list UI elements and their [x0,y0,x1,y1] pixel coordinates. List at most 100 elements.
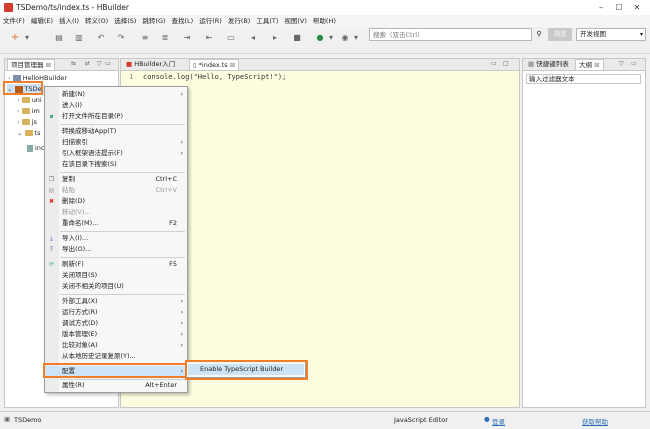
collapse-icon[interactable]: ⇆ [71,60,76,67]
view-select-value: 开发视图 [580,30,606,38]
menu-item-close-project[interactable]: 关闭项目(S) [45,270,187,281]
line-number: 1 [129,73,134,81]
help-link[interactable]: 获取帮助 [582,416,608,426]
tree-item-folder[interactable]: › uni [17,95,42,106]
menu-bar: 文件(F) 编辑(E) 插入(I) 转义(O) 选择(S) 跳转(G) 查找(L) 运行(R)… [0,15,650,27]
search-icon[interactable]: ⚲ [533,28,545,41]
tab-project-manager[interactable]: 项目管理器 ⊠ [7,59,56,70]
menu-item-enter[interactable]: 进入(I) [45,100,187,111]
save-all-icon[interactable]: ▥ [74,33,84,43]
tab-outline[interactable]: 大纲 ⊠ [575,59,604,70]
close-icon[interactable]: ⊠ [594,61,599,69]
close-icon[interactable]: ✕ [630,2,644,13]
menu-item-copy[interactable]: ❐ 复制 Ctrl+C [45,174,187,185]
link-icon[interactable]: ⇄ [85,60,90,67]
menu-item-compare[interactable]: 比较对象(A) › [45,340,187,351]
outline-filter-input[interactable]: 输入过滤器文本 [526,74,641,84]
menu-item-delete[interactable]: ✖ 删除(D) [45,196,187,207]
tree-item-folder[interactable]: ⌄ ts [17,128,40,139]
menu-item-new[interactable]: 新建(N) › [45,89,187,100]
preview-button[interactable]: 浏览 [548,28,572,41]
tab-shortcuts[interactable]: ▦ 快捷键列表 [525,59,572,70]
code-line[interactable]: console.log("Hello, TypeScript!"); [143,73,286,81]
undo-icon[interactable]: ↶ [96,33,106,43]
minimize-icon[interactable]: ▭ [631,60,637,67]
run-icon[interactable]: ● [315,33,325,43]
view-select[interactable]: 开发视图 ▾ [576,28,646,41]
menu-item-properties[interactable]: 属性(R) Alt+Enter [45,380,187,391]
highlight-box [185,360,308,380]
save-icon[interactable]: ▤ [54,33,64,43]
menu-item-import[interactable]: ⤓ 导入(I)... [45,233,187,244]
menu-tools[interactable]: 工具(T) [253,15,281,27]
menu-item-convert-app[interactable]: 转换成移动App(T) [45,126,187,137]
redo-icon[interactable]: ↷ [116,33,126,43]
minimize-icon[interactable]: ▭ [491,60,497,67]
menu-item-paste[interactable]: ▤ 粘贴 Ctrl+V [45,185,187,196]
tab-hbuilder-intro[interactable]: ■ HBuilder入门 [123,59,178,70]
menu-item-restore-history[interactable]: 从本地历史记录复原(Y)... [45,351,187,362]
tree-item-label: ts [34,129,41,137]
menu-select[interactable]: 选择(S) [111,15,139,27]
close-icon[interactable]: ⊠ [46,61,51,69]
outdent-icon[interactable]: ⇤ [204,33,214,43]
keyboard-icon: ▦ [528,60,535,68]
menu-item-framework-hints[interactable]: 引入框架语法提示(F) › [45,148,187,159]
login-link[interactable]: 登录 [492,416,505,426]
menu-item-rename[interactable]: 重命名(M)... F2 [45,218,187,229]
menu-find[interactable]: 查找(L) [169,15,197,27]
file-icon: ▯ [193,61,197,69]
menu-item-scan-index[interactable]: 扫描索引 › [45,137,187,148]
menu-publish[interactable]: 发行(B) [225,15,254,27]
menu-insert[interactable]: 插入(I) [56,15,82,27]
menu-view[interactable]: 视图(V) [281,15,310,27]
menu-icon[interactable]: ▽ [619,60,624,67]
tree-item-file[interactable]: inc [27,143,45,154]
menu-goto[interactable]: 跳转(G) [139,15,168,27]
maximize-icon[interactable]: □ [503,60,509,67]
dropdown-icon[interactable]: ▾ [22,33,32,43]
browser-dropdown-icon[interactable]: ▾ [351,33,361,43]
format-icon[interactable]: ≡ [140,33,150,43]
menu-edit[interactable]: 编辑(E) [28,15,56,27]
menu-icon[interactable]: ▽ [97,60,102,67]
tab-index-ts[interactable]: ▯ *index.ts ⊠ [189,59,240,70]
menu-item-open-folder[interactable]: ▪ 打开文件所在目录(P) [45,111,187,122]
minimize-icon[interactable]: ▭ [105,60,111,67]
minimize-icon[interactable]: – [594,2,608,13]
stop-icon[interactable]: ■ [292,33,302,43]
tree-item-label: js [31,118,37,126]
maximize-icon[interactable]: ☐ [612,2,626,13]
status-project: TSDemo [14,416,42,424]
back-icon[interactable]: ◂ [248,33,258,43]
menu-help[interactable]: 帮助(H) [310,15,339,27]
menu-item-export[interactable]: ⤒ 导出(O)... [45,244,187,255]
menu-item-refresh[interactable]: ⟳ 刷新(F) F5 [45,259,187,270]
folder-icon [24,130,33,136]
new-icon[interactable]: + [10,33,20,43]
forward-icon[interactable]: ▸ [270,33,280,43]
menu-item-search-here[interactable]: 在该目录下搜索(S) [45,159,187,170]
status-editor-type: JavaScript Editor [394,416,448,424]
bookmark-icon[interactable]: ▭ [226,33,236,43]
tree-item-folder[interactable]: › im [17,106,40,117]
search-input[interactable]: 搜索（双击Ctrl） [369,28,532,41]
menu-item-close-unrelated[interactable]: 关闭不相关的项目(U) [45,281,187,292]
menu-item-move[interactable]: 移动(V)... [45,207,187,218]
tree-item-folder[interactable]: › js [17,117,37,128]
browser-icon[interactable]: ◉ [340,33,350,43]
user-icon: ● [484,415,490,423]
menu-escape[interactable]: 转义(O) [82,15,111,27]
menu-run[interactable]: 运行(R) [196,15,225,27]
indent-icon[interactable]: ⇥ [182,33,192,43]
comment-icon[interactable]: ≣ [160,33,170,43]
menu-item-external-tools[interactable]: 外部工具(X) › [45,296,187,307]
tab-label: *index.ts [198,61,228,69]
menu-item-run-as[interactable]: 运行方式(R) › [45,307,187,318]
menu-item-debug-as[interactable]: 调试方式(D) › [45,318,187,329]
close-icon[interactable]: ⊠ [230,61,235,69]
menu-file[interactable]: 文件(F) [0,15,28,27]
hbuilder-logo-icon [4,3,13,12]
menu-item-version-control[interactable]: 版本管理(E) › [45,329,187,340]
run-dropdown-icon[interactable]: ▾ [326,33,336,43]
